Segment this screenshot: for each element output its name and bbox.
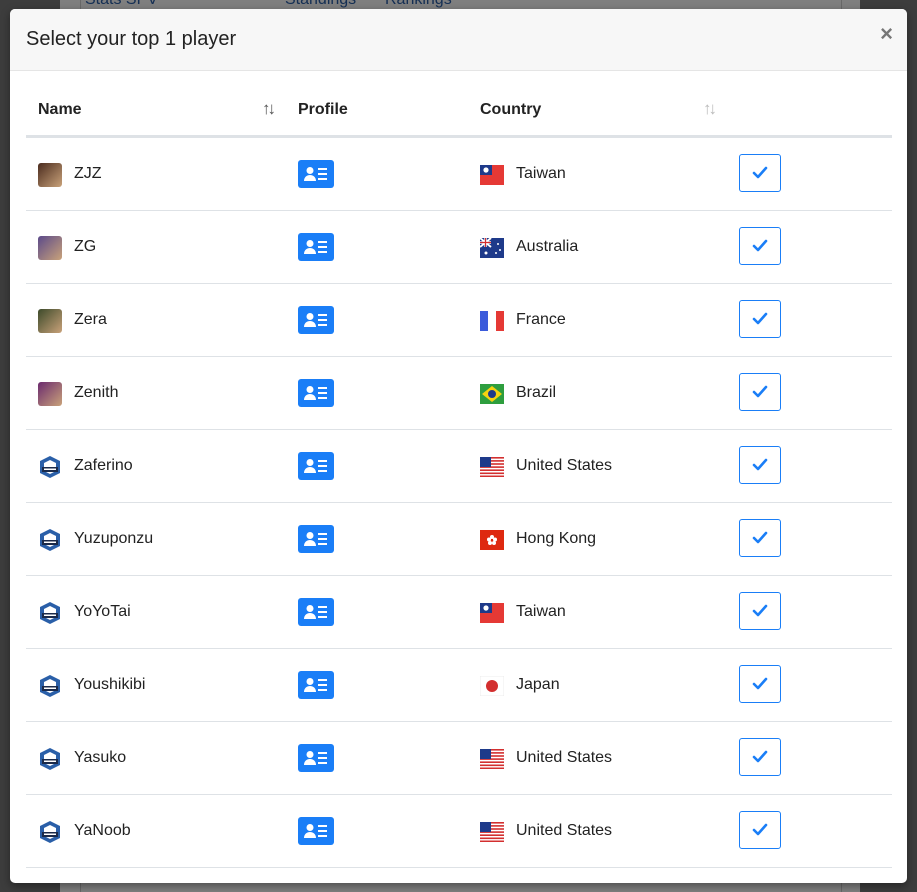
- close-icon[interactable]: ×: [880, 23, 893, 45]
- table-row: Zenith Brazil: [26, 357, 892, 430]
- flag-icon: [480, 530, 504, 550]
- sort-icon[interactable]: ↑↓: [262, 99, 276, 119]
- table-row: Yasuko United States: [26, 722, 892, 795]
- avatar: [38, 309, 62, 333]
- table-row: YoYoTai Taiwan: [26, 576, 892, 649]
- modal-title: Select your top 1 player: [26, 28, 237, 50]
- select-player-button[interactable]: [739, 154, 781, 192]
- flag-icon: [480, 603, 504, 623]
- modal-header: Select your top 1 player ×: [10, 9, 907, 71]
- team-logo-icon: [38, 747, 62, 771]
- profile-button[interactable]: [298, 160, 334, 188]
- player-name: ZJZ: [74, 165, 102, 182]
- team-logo-icon: [38, 601, 62, 625]
- select-player-button[interactable]: [739, 373, 781, 411]
- flag-icon: [480, 238, 504, 258]
- select-player-button[interactable]: [739, 738, 781, 776]
- profile-button[interactable]: [298, 817, 334, 845]
- player-name: Zaferino: [74, 457, 133, 474]
- profile-button[interactable]: [298, 525, 334, 553]
- select-player-button[interactable]: [739, 446, 781, 484]
- column-header-profile: Profile: [298, 101, 348, 118]
- country-name: Taiwan: [516, 165, 566, 182]
- table-header: Name ↑↓ Profile Country ↑↓: [26, 71, 892, 138]
- table-row: Zaferino United States: [26, 430, 892, 503]
- country-name: Australia: [516, 238, 579, 255]
- country-name: Hong Kong: [516, 530, 597, 547]
- avatar: [38, 382, 62, 406]
- country-name: Japan: [516, 676, 560, 693]
- country-name: United States: [516, 822, 613, 839]
- country-name: Brazil: [516, 384, 557, 401]
- country-name: Taiwan: [516, 603, 566, 620]
- select-player-button[interactable]: [739, 592, 781, 630]
- country-name: United States: [516, 749, 613, 766]
- table-row: Zera France: [26, 284, 892, 357]
- select-player-button[interactable]: [739, 519, 781, 557]
- players-table: Name ↑↓ Profile Country ↑↓ ZJZ Taiwan ZG…: [26, 71, 892, 868]
- player-name: Yasuko: [74, 749, 127, 766]
- flag-icon: [480, 457, 504, 477]
- table-body: ZJZ Taiwan ZG Australia Zera France Zeni…: [26, 138, 892, 868]
- player-name: Zera: [74, 311, 107, 328]
- country-name: United States: [516, 457, 613, 474]
- profile-button[interactable]: [298, 452, 334, 480]
- country-name: France: [516, 311, 566, 328]
- table-row: ZG Australia: [26, 211, 892, 284]
- player-name: Yuzuponzu: [74, 530, 154, 547]
- sort-icon[interactable]: ↑↓: [703, 99, 717, 119]
- table-row: Yuzuponzu Hong Kong: [26, 503, 892, 576]
- select-player-button[interactable]: [739, 811, 781, 849]
- table-row: YaNoob United States: [26, 795, 892, 868]
- profile-button[interactable]: [298, 306, 334, 334]
- profile-button[interactable]: [298, 744, 334, 772]
- flag-icon: [480, 749, 504, 769]
- profile-button[interactable]: [298, 598, 334, 626]
- team-logo-icon: [38, 528, 62, 552]
- flag-icon: [480, 165, 504, 185]
- table-row: ZJZ Taiwan: [26, 138, 892, 211]
- player-name: YaNoob: [74, 822, 131, 839]
- player-name: Zenith: [74, 384, 119, 401]
- flag-icon: [480, 822, 504, 842]
- player-select-modal: Select your top 1 player × Name ↑↓ Profi…: [10, 9, 907, 883]
- avatar: [38, 163, 62, 187]
- team-logo-icon: [38, 455, 62, 479]
- team-logo-icon: [38, 674, 62, 698]
- table-row: Youshikibi Japan: [26, 649, 892, 722]
- column-header-name[interactable]: Name: [38, 101, 82, 119]
- flag-icon: [480, 311, 504, 331]
- profile-button[interactable]: [298, 379, 334, 407]
- team-logo-icon: [38, 820, 62, 844]
- column-header-country[interactable]: Country: [480, 101, 541, 119]
- select-player-button[interactable]: [739, 227, 781, 265]
- player-name: ZG: [74, 238, 97, 255]
- select-player-button[interactable]: [739, 300, 781, 338]
- player-name: Youshikibi: [74, 676, 146, 693]
- profile-button[interactable]: [298, 671, 334, 699]
- flag-icon: [480, 384, 504, 404]
- player-name: YoYoTai: [74, 603, 131, 620]
- avatar: [38, 236, 62, 260]
- profile-button[interactable]: [298, 233, 334, 261]
- flag-icon: [480, 676, 504, 696]
- select-player-button[interactable]: [739, 665, 781, 703]
